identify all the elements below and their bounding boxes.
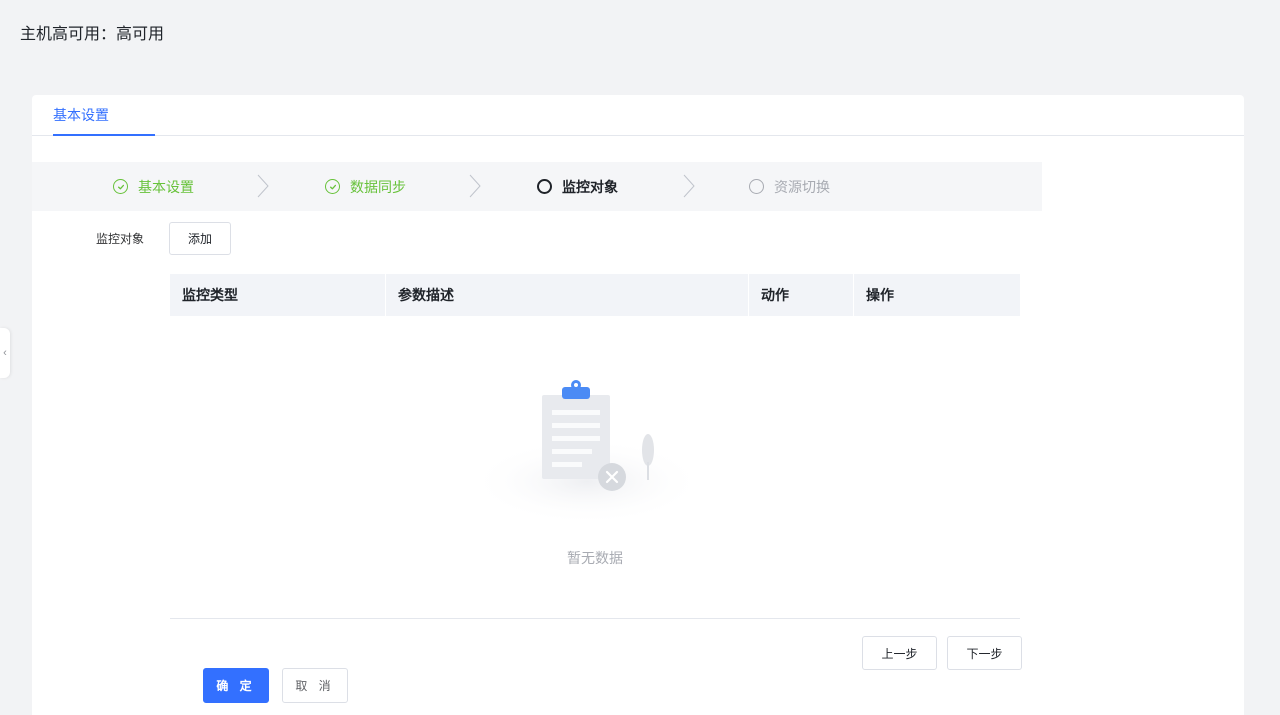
next-step-button[interactable]: 下一步 [947, 636, 1022, 670]
step-label: 监控对象 [562, 178, 618, 195]
column-header-param-desc[interactable]: 参数描述 [386, 274, 749, 316]
circle-icon [537, 179, 552, 194]
chevron-left-icon: ‹ [3, 347, 7, 359]
cancel-button[interactable]: 取 消 [282, 668, 348, 703]
chevron-right-icon [469, 174, 481, 198]
empty-state: 暂无数据 [170, 316, 1020, 618]
main-card: 基本设置 基本设置 数据同步 监控对象 资源切换 监控对象 添加 监控类型 参数… [32, 95, 1244, 715]
circle-icon [749, 179, 764, 194]
monitor-objects-label: 监控对象 [96, 232, 145, 246]
tab-active-indicator [53, 134, 155, 136]
step-basic-settings[interactable]: 基本设置 [113, 162, 194, 211]
check-circle-icon [325, 179, 340, 194]
prev-step-button[interactable]: 上一步 [862, 636, 937, 670]
step-resource-switch[interactable]: 资源切换 [749, 162, 830, 211]
add-button[interactable]: 添加 [169, 222, 231, 255]
wizard-steps: 基本设置 数据同步 监控对象 资源切换 [32, 162, 1042, 211]
page-title: 主机高可用：高可用 [20, 26, 165, 43]
column-header-action[interactable]: 动作 [749, 274, 854, 316]
confirm-button[interactable]: 确 定 [203, 668, 269, 703]
step-monitor-objects[interactable]: 监控对象 [537, 162, 618, 211]
step-label: 资源切换 [774, 178, 830, 195]
step-label: 数据同步 [350, 178, 406, 195]
monitor-table: 监控类型 参数描述 动作 操作 暂无数据 [170, 274, 1020, 619]
chevron-right-icon [257, 174, 269, 198]
column-header-monitor-type[interactable]: 监控类型 [170, 274, 386, 316]
empty-text: 暂无数据 [567, 550, 623, 566]
tab-bar: 基本设置 [32, 95, 1244, 136]
tab-basic-settings[interactable]: 基本设置 [53, 95, 109, 136]
column-header-operation[interactable]: 操作 [854, 274, 1020, 316]
check-circle-icon [113, 179, 128, 194]
sidebar-collapse-handle[interactable]: ‹ [0, 328, 10, 378]
table-header: 监控类型 参数描述 动作 操作 [170, 274, 1020, 316]
step-label: 基本设置 [138, 178, 194, 195]
chevron-right-icon [683, 174, 695, 198]
empty-clipboard-icon [475, 380, 705, 526]
step-data-sync[interactable]: 数据同步 [325, 162, 406, 211]
